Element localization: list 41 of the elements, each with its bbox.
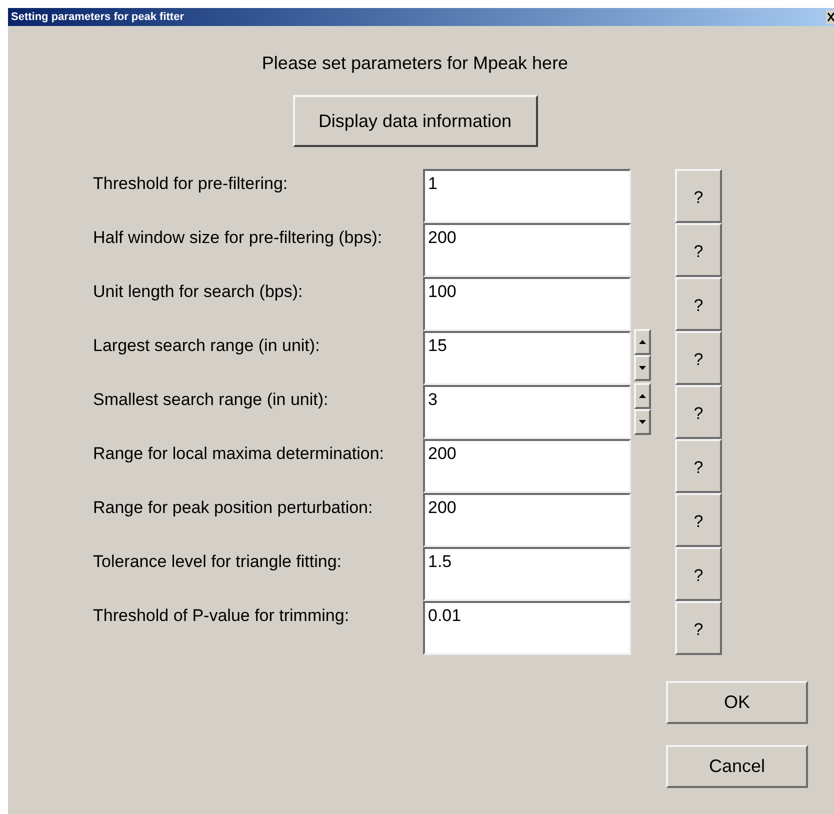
ok-button[interactable]: OK: [666, 681, 808, 724]
close-icon[interactable]: [826, 10, 834, 24]
help-button[interactable]: ?: [675, 439, 722, 493]
heading: Please set parameters for Mpeak here: [260, 52, 570, 75]
spin-up-button[interactable]: [634, 329, 651, 355]
parameter-field[interactable]: 3: [423, 385, 631, 439]
parameter-label: Half window size for pre-filtering (bps):: [92, 227, 384, 249]
parameter-label: Tolerance level for triangle fitting:: [92, 551, 343, 573]
help-button[interactable]: ?: [675, 385, 722, 439]
help-button[interactable]: ?: [675, 493, 722, 547]
help-button[interactable]: ?: [675, 223, 722, 277]
parameter-label: Threshold of P-value for trimming:: [92, 605, 350, 627]
up-arrow-icon: [639, 340, 646, 344]
help-button[interactable]: ?: [675, 547, 722, 601]
parameter-field[interactable]: 200: [423, 493, 631, 547]
parameter-field[interactable]: 1.5: [423, 547, 631, 601]
parameter-label: Largest search range (in unit):: [92, 335, 321, 357]
parameter-field[interactable]: 200: [423, 439, 631, 493]
down-arrow-icon: [639, 420, 646, 424]
parameter-label: Smallest search range (in unit):: [92, 389, 330, 411]
help-button[interactable]: ?: [675, 331, 722, 385]
parameter-label: Threshold for pre-filtering:: [92, 173, 289, 195]
help-button[interactable]: ?: [675, 601, 722, 655]
parameter-label: Range for local maxima determination:: [92, 443, 386, 465]
spin-up-button[interactable]: [634, 383, 651, 409]
parameter-field[interactable]: 200: [423, 223, 631, 277]
parameter-field[interactable]: 15: [423, 331, 631, 385]
help-button[interactable]: ?: [675, 277, 722, 331]
spin-down-button[interactable]: [634, 355, 651, 381]
up-arrow-icon: [639, 394, 646, 398]
window-title: Setting parameters for peak fitter: [10, 10, 184, 25]
parameter-field[interactable]: 0.01: [423, 601, 631, 655]
parameter-field[interactable]: 1: [423, 169, 631, 223]
cancel-button[interactable]: Cancel: [666, 745, 808, 788]
parameter-label: Range for peak position perturbation:: [92, 497, 374, 519]
display-info-button[interactable]: Display data information: [292, 95, 538, 147]
spin-down-button[interactable]: [634, 409, 651, 435]
help-button[interactable]: ?: [675, 169, 722, 223]
parameter-label: Unit length for search (bps):: [92, 281, 304, 303]
parameter-field[interactable]: 100: [423, 277, 631, 331]
down-arrow-icon: [639, 366, 646, 370]
